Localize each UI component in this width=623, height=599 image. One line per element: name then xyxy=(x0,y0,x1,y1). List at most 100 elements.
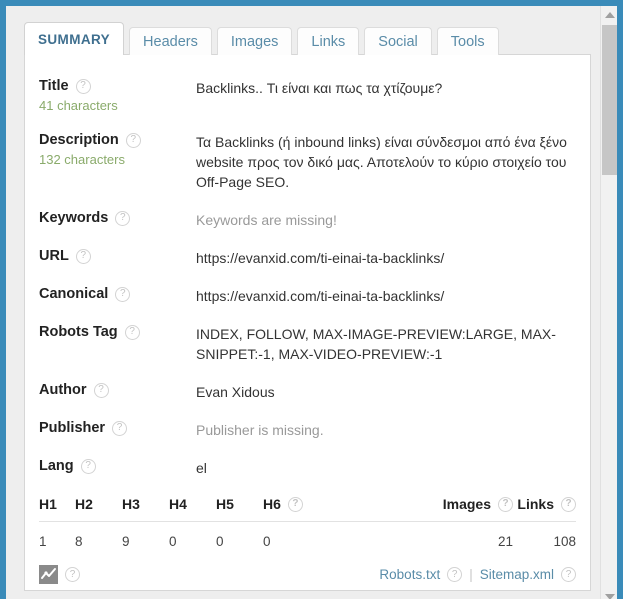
column-header-h4-label: H4 xyxy=(169,496,187,512)
row-lang-value: el xyxy=(196,460,207,476)
tab-headers[interactable]: Headers xyxy=(129,27,212,55)
scrollbar-thumb[interactable] xyxy=(602,25,617,175)
vertical-scrollbar[interactable] xyxy=(600,6,617,599)
tab-social-label: Social xyxy=(378,33,418,50)
column-header-images-label: Images xyxy=(442,496,491,512)
column-header-h3-label: H3 xyxy=(122,496,140,512)
row-robots-tag-label: Robots Tag xyxy=(39,324,118,340)
row-robots-tag-value: INDEX, FOLLOW, MAX-IMAGE-PREVIEW:LARGE, … xyxy=(196,326,556,362)
help-icon[interactable]: ? xyxy=(125,132,141,148)
row-url-label: URL xyxy=(39,248,69,264)
sitemap-xml-link[interactable]: Sitemap.xml xyxy=(480,567,554,582)
scrollbar-down-arrow-icon[interactable] xyxy=(601,588,617,599)
help-icon[interactable]: ? xyxy=(80,458,96,474)
row-lang: Lang ? el xyxy=(39,457,576,478)
column-header-h6-label: H6 xyxy=(263,496,281,512)
row-description-label-group: Description ? 132 characters xyxy=(39,131,196,168)
row-description-label: Description xyxy=(39,132,119,148)
row-publisher-label-group: Publisher ? xyxy=(39,419,196,437)
cell-images: 21 xyxy=(497,534,513,549)
row-author: Author ? Evan Xidous xyxy=(39,381,576,402)
scrollbar-up-arrow-icon[interactable] xyxy=(601,6,617,23)
help-icon[interactable]: ? xyxy=(447,567,463,582)
row-robots-tag: Robots Tag ? INDEX, FOLLOW, MAX-IMAGE-PR… xyxy=(39,323,576,364)
column-header-images: Images ? xyxy=(383,488,513,522)
tab-summary[interactable]: SUMMARY xyxy=(24,22,125,55)
help-icon[interactable]: ? xyxy=(561,567,576,582)
tab-images-label: Images xyxy=(230,33,279,50)
cell-h3: 9 xyxy=(122,534,130,549)
headings-table: H1 H2 H3 H4 H5 H6 ? Images ? Links ? 1 8… xyxy=(39,488,576,559)
summary-panel: Title ? 41 characters Backlinks.. Τι είν… xyxy=(24,54,591,591)
column-header-h3: H3 xyxy=(122,488,169,522)
row-url-label-group: URL ? xyxy=(39,247,196,265)
row-lang-label: Lang xyxy=(39,458,74,474)
tab-tools[interactable]: Tools xyxy=(436,27,499,55)
footer-right-group: Robots.txt ? | Sitemap.xml ? xyxy=(379,567,576,582)
row-description: Description ? 132 characters Τα Backlink… xyxy=(39,131,576,192)
tab-tools-label: Tools xyxy=(450,33,485,50)
row-url-value: https://evanxid.com/ti-einai-ta-backlink… xyxy=(196,250,445,266)
column-header-h2-label: H2 xyxy=(75,496,93,512)
meta-rows: Title ? 41 characters Backlinks.. Τι είν… xyxy=(25,55,590,478)
row-description-count: 132 characters xyxy=(39,152,125,167)
cell-h6: 0 xyxy=(263,534,271,549)
row-lang-label-group: Lang ? xyxy=(39,457,196,475)
column-header-h5: H5 xyxy=(216,488,263,522)
help-icon[interactable]: ? xyxy=(65,567,80,582)
help-icon[interactable]: ? xyxy=(75,248,91,264)
row-publisher-value: Publisher is missing. xyxy=(196,422,324,438)
cell-h2: 8 xyxy=(75,534,83,549)
help-icon[interactable]: ? xyxy=(115,286,131,302)
footer-separator: | xyxy=(469,567,473,582)
column-header-h5-label: H5 xyxy=(216,496,234,512)
help-icon[interactable]: ? xyxy=(93,382,109,398)
panel-footer: ? Robots.txt ? | Sitemap.xml ? xyxy=(39,561,576,584)
row-robots-tag-label-group: Robots Tag ? xyxy=(39,323,196,341)
tab-links-label: Links xyxy=(311,33,346,50)
browser-extension-window: SUMMARY Headers Images Links Social Tool… xyxy=(0,0,623,599)
row-title-value: Backlinks.. Τι είναι και πως τα χτίζουμε… xyxy=(196,80,443,96)
column-header-h1: H1 xyxy=(39,488,75,522)
row-title-label: Title xyxy=(39,78,69,94)
row-url: URL ? https://evanxid.com/ti-einai-ta-ba… xyxy=(39,247,576,268)
column-header-h6: H6 ? xyxy=(263,488,383,522)
line-chart-icon[interactable] xyxy=(39,565,58,584)
row-author-label-group: Author ? xyxy=(39,381,196,399)
help-icon[interactable]: ? xyxy=(498,496,513,512)
column-header-links-label: Links xyxy=(517,496,554,512)
tab-headers-label: Headers xyxy=(143,33,198,50)
row-canonical-label-group: Canonical ? xyxy=(39,285,196,303)
row-canonical-value: https://evanxid.com/ti-einai-ta-backlink… xyxy=(196,288,445,304)
column-header-h1-label: H1 xyxy=(39,496,57,512)
tab-links[interactable]: Links xyxy=(297,27,360,55)
row-keywords: Keywords ? Keywords are missing! xyxy=(39,209,576,230)
help-icon[interactable]: ? xyxy=(115,210,131,226)
tab-bar: SUMMARY Headers Images Links Social Tool… xyxy=(24,22,504,55)
headings-table-header-row: H1 H2 H3 H4 H5 H6 ? Images ? Links ? xyxy=(39,488,576,522)
row-canonical-label: Canonical xyxy=(39,286,109,302)
row-description-value: Τα Backlinks (ή inbound links) είναι σύν… xyxy=(196,134,567,190)
row-keywords-value: Keywords are missing! xyxy=(196,212,337,228)
help-icon[interactable]: ? xyxy=(75,78,91,94)
window-inner: SUMMARY Headers Images Links Social Tool… xyxy=(6,6,617,599)
help-icon[interactable]: ? xyxy=(561,496,576,512)
help-icon[interactable]: ? xyxy=(112,420,128,436)
row-publisher-label: Publisher xyxy=(39,420,106,436)
robots-txt-link[interactable]: Robots.txt xyxy=(379,567,440,582)
help-icon[interactable]: ? xyxy=(124,324,140,340)
cell-links: 108 xyxy=(553,534,576,549)
row-keywords-label-group: Keywords ? xyxy=(39,209,196,227)
row-keywords-label: Keywords xyxy=(39,210,109,226)
tab-images[interactable]: Images xyxy=(216,27,293,55)
row-title: Title ? 41 characters Backlinks.. Τι είν… xyxy=(39,77,576,114)
row-author-label: Author xyxy=(39,382,87,398)
cell-h1: 1 xyxy=(39,534,47,549)
row-author-value: Evan Xidous xyxy=(196,384,275,400)
column-header-h2: H2 xyxy=(75,488,122,522)
row-publisher: Publisher ? Publisher is missing. xyxy=(39,419,576,440)
table-row: 1 8 9 0 0 0 21 108 xyxy=(39,522,576,560)
tab-social[interactable]: Social xyxy=(364,27,432,55)
seo-summary-app: SUMMARY Headers Images Links Social Tool… xyxy=(6,6,600,599)
help-icon[interactable]: ? xyxy=(287,496,303,512)
